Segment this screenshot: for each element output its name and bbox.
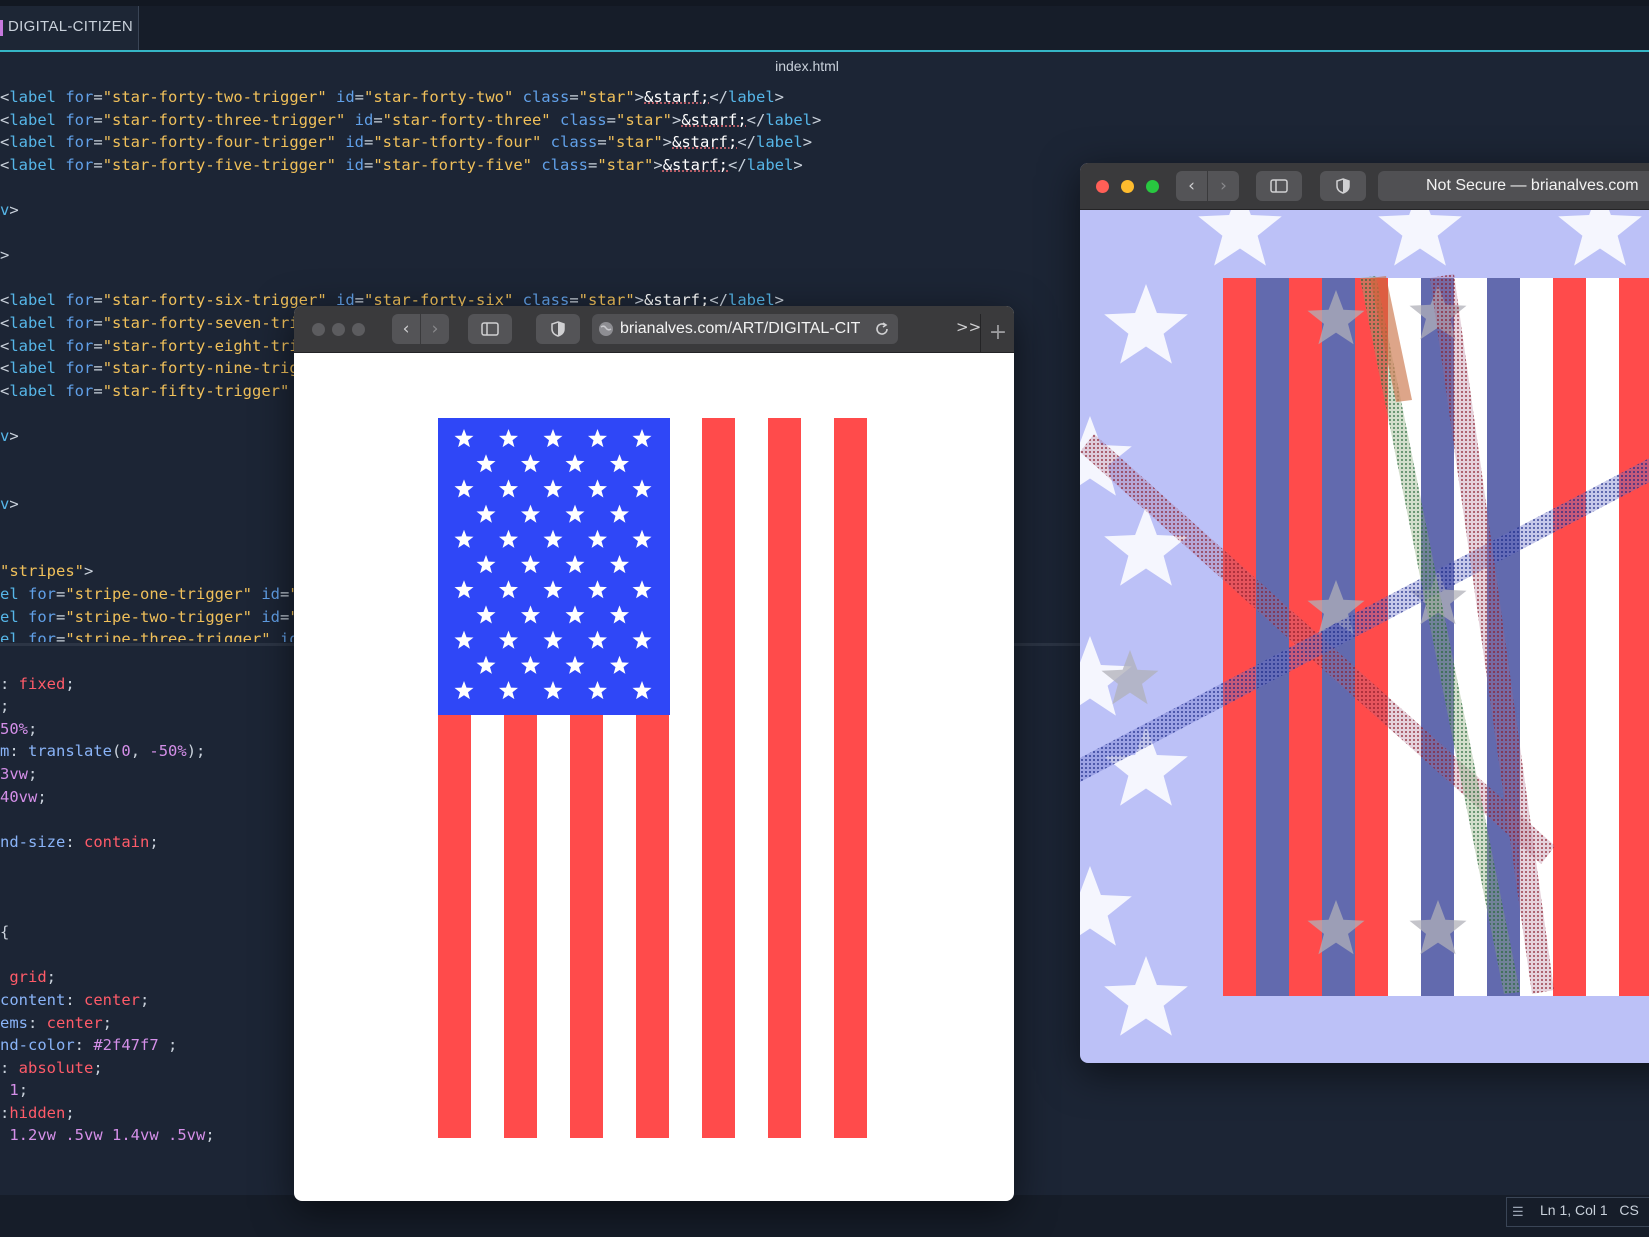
- shield-icon: [551, 321, 565, 337]
- overflow-icon[interactable]: >>: [956, 318, 981, 336]
- address-url: brianalves.com/ART/DIGITAL-CITIZ: [620, 320, 860, 337]
- tab-color-marker: [0, 20, 3, 36]
- background-star: [1080, 866, 1132, 946]
- minimize-button[interactable]: [332, 323, 345, 336]
- tab-label: DIGITAL-CITIZEN: [8, 18, 134, 35]
- browser-window-flag: ‹ › brianalves.com/ART/DIGITAL-CITIZ >> …: [294, 306, 1014, 1201]
- cursor-position: Ln 1, Col 1 CS: [1540, 1202, 1639, 1218]
- remix-stripe: [1619, 278, 1649, 996]
- remix-stripe: [1223, 278, 1256, 996]
- remix-stripe: [1586, 278, 1619, 996]
- flag-page: [294, 353, 1014, 1201]
- sidebar-icon: [1270, 179, 1288, 193]
- reload-icon[interactable]: [874, 321, 890, 337]
- background-star: [1558, 186, 1642, 266]
- editor-tab-bar: DIGITAL-CITIZEN: [0, 6, 1649, 52]
- editor-status-bar: [0, 1195, 1649, 1237]
- flag-stripe: [834, 418, 867, 1138]
- remix-stripe: [1256, 278, 1289, 996]
- flag-canton: [438, 418, 670, 715]
- close-button[interactable]: [312, 323, 325, 336]
- privacy-button[interactable]: [536, 314, 580, 344]
- sidebar-icon: [481, 322, 499, 336]
- background-star: [1198, 186, 1282, 266]
- forward-button[interactable]: ›: [421, 314, 449, 344]
- background-star: [1104, 956, 1188, 1036]
- browser-toolbar-right: ‹ › Not Secure — brianalves.com: [1080, 163, 1649, 210]
- browser-window-remix: ‹ › Not Secure — brianalves.com: [1080, 163, 1649, 1063]
- sidebar-button[interactable]: [468, 314, 512, 344]
- back-button[interactable]: ‹: [392, 314, 420, 344]
- remix-stripe: [1553, 278, 1586, 996]
- zoom-button-right[interactable]: [1146, 180, 1159, 193]
- sidebar-button-right[interactable]: [1256, 171, 1302, 201]
- browser-toolbar: ‹ › brianalves.com/ART/DIGITAL-CITIZ >> …: [294, 306, 1014, 353]
- list-icon[interactable]: ☰: [1512, 1205, 1524, 1220]
- remix-artwork: [1080, 186, 1649, 1036]
- address-bar-right[interactable]: Not Secure — brianalves.com: [1378, 171, 1649, 201]
- close-button-right[interactable]: [1096, 180, 1109, 193]
- back-button-right[interactable]: ‹: [1176, 171, 1207, 201]
- flag-stripe: [702, 418, 735, 1138]
- forward-button-right[interactable]: ›: [1208, 171, 1239, 201]
- tab-digital-citizen[interactable]: DIGITAL-CITIZEN: [0, 6, 139, 50]
- address-bar[interactable]: brianalves.com/ART/DIGITAL-CITIZ: [592, 314, 898, 344]
- flag-stripe: [768, 418, 801, 1138]
- globe-icon: [599, 322, 613, 336]
- minimize-button-right[interactable]: [1121, 180, 1134, 193]
- flag-artwork: [438, 418, 867, 1138]
- background-star: [1104, 284, 1188, 364]
- privacy-button-right[interactable]: [1320, 171, 1366, 201]
- new-tab-button[interactable]: +: [980, 314, 1014, 352]
- file-name: index.html: [775, 58, 839, 74]
- remix-page: [1080, 186, 1649, 1063]
- background-star: [1378, 186, 1462, 266]
- shield-icon: [1336, 178, 1350, 194]
- address-url-right: Not Secure — brianalves.com: [1426, 177, 1639, 194]
- zoom-button[interactable]: [352, 323, 365, 336]
